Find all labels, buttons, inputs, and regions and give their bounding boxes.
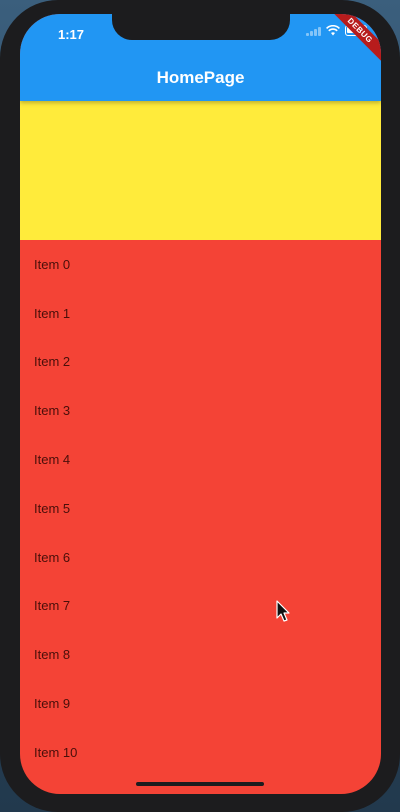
list-item[interactable]: Item 9 bbox=[20, 679, 381, 728]
yellow-header-container bbox=[20, 101, 381, 240]
app-bar-title: HomePage bbox=[156, 68, 245, 87]
list-item[interactable]: Item 0 bbox=[20, 240, 381, 289]
debug-banner: DEBUG bbox=[327, 14, 381, 63]
list-item[interactable]: Item 5 bbox=[20, 484, 381, 533]
list-item[interactable]: Item 10 bbox=[20, 728, 381, 777]
item-list[interactable]: Item 0 Item 1 Item 2 Item 3 Item 4 Item … bbox=[20, 240, 381, 777]
list-item[interactable]: Item 1 bbox=[20, 289, 381, 338]
signal-icon bbox=[306, 26, 321, 36]
wifi-icon bbox=[326, 25, 340, 36]
list-item[interactable]: Item 2 bbox=[20, 338, 381, 387]
app-bar: 1:17 HomePage DEBUG bbox=[20, 14, 381, 101]
phone-frame: 1:17 HomePage DEBUG Item 0 Item 1 Item 2 bbox=[0, 0, 400, 812]
list-item[interactable]: Item 6 bbox=[20, 533, 381, 582]
list-item[interactable]: Item 3 bbox=[20, 386, 381, 435]
status-time: 1:17 bbox=[58, 27, 85, 42]
home-indicator[interactable] bbox=[136, 782, 264, 786]
phone-screen: 1:17 HomePage DEBUG Item 0 Item 1 Item 2 bbox=[20, 14, 381, 794]
mouse-cursor-icon bbox=[276, 600, 290, 622]
list-item[interactable]: Item 7 bbox=[20, 582, 381, 631]
list-item[interactable]: Item 8 bbox=[20, 630, 381, 679]
list-item[interactable]: Item 4 bbox=[20, 435, 381, 484]
notch bbox=[112, 14, 290, 40]
